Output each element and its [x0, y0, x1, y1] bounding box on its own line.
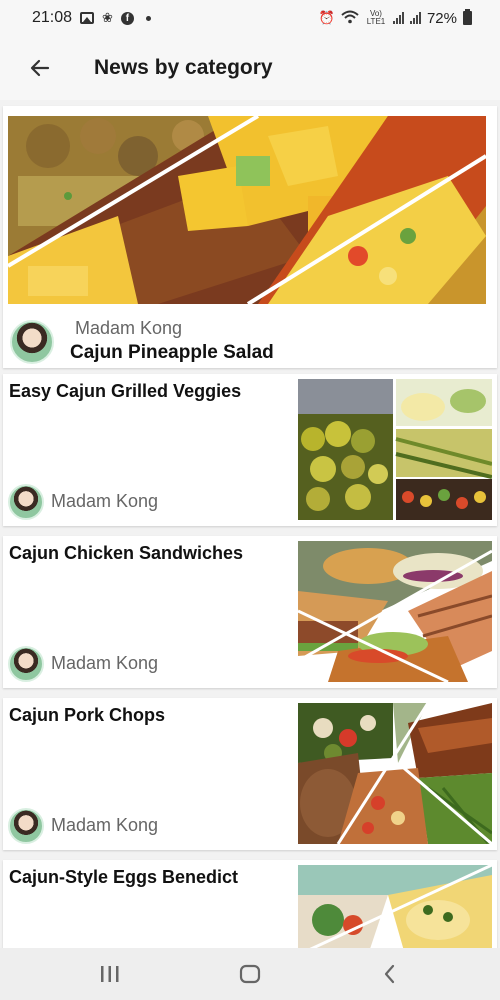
- more-notifications-icon: [145, 15, 151, 21]
- featured-author-row: Madam Kong Cajun Pineapple Salad: [8, 314, 488, 364]
- author-avatar: [8, 484, 44, 520]
- chevron-left-icon: [384, 964, 395, 984]
- signal-2-icon: [409, 12, 421, 24]
- featured-article-image: [8, 116, 486, 304]
- author-name: Madam Kong: [51, 815, 159, 835]
- article-thumbnail: [298, 541, 492, 682]
- app-bar: News by category: [0, 36, 500, 100]
- recent-apps-button[interactable]: [80, 954, 140, 994]
- article-card[interactable]: Cajun-Style Eggs Benedict: [3, 860, 497, 948]
- featured-article-card[interactable]: Madam Kong Cajun Pineapple Salad: [3, 106, 497, 368]
- home-button[interactable]: [220, 954, 280, 994]
- news-feed[interactable]: Madam Kong Cajun Pineapple Salad Easy Ca…: [0, 104, 500, 948]
- back-button[interactable]: [18, 46, 62, 90]
- author-avatar: [10, 320, 54, 364]
- article-thumbnail: [298, 865, 492, 948]
- article-card[interactable]: Cajun Chicken Sandwiches Madam Kong: [3, 536, 497, 688]
- system-back-button[interactable]: [360, 954, 420, 994]
- author-name: Madam Kong: [51, 491, 159, 511]
- author-name: Madam Kong: [75, 318, 183, 338]
- page-title: News by category: [94, 56, 273, 79]
- article-title: Cajun Chicken Sandwiches: [9, 543, 244, 563]
- author-avatar: [8, 646, 44, 682]
- status-time: 21:08: [32, 9, 73, 26]
- battery-percent: 72%: [426, 9, 457, 27]
- bug-notification-icon: ❀: [102, 10, 113, 25]
- gallery-notification-icon: [80, 12, 95, 24]
- author-name: Madam Kong: [51, 653, 159, 673]
- status-bar: 21:08 ❀ f ⏰ Vo) LTE1 72%: [0, 0, 500, 36]
- article-card[interactable]: Easy Cajun Grilled Veggies Madam Kong: [3, 374, 497, 526]
- home-icon: [239, 964, 261, 984]
- battery-icon: [463, 9, 472, 25]
- article-thumbnail: [298, 703, 492, 844]
- recent-apps-icon: [101, 966, 119, 982]
- system-nav-bar: [0, 948, 500, 1000]
- article-thumbnail: [298, 379, 492, 520]
- wifi-icon: [341, 10, 359, 27]
- arrow-left-icon: [30, 59, 50, 77]
- alarm-icon: ⏰: [318, 10, 335, 25]
- article-title: Cajun-Style Eggs Benedict: [9, 867, 239, 887]
- signal-1-icon: [392, 12, 404, 24]
- article-title: Cajun Pork Chops: [9, 705, 166, 725]
- volte-indicator: Vo) LTE1: [366, 9, 386, 26]
- article-card[interactable]: Cajun Pork Chops Madam Kong: [3, 698, 497, 850]
- author-avatar: [8, 808, 44, 844]
- facebook-notification-icon: f: [120, 11, 134, 25]
- article-title: Easy Cajun Grilled Veggies: [9, 381, 242, 401]
- article-title: Cajun Pineapple Salad: [70, 342, 274, 363]
